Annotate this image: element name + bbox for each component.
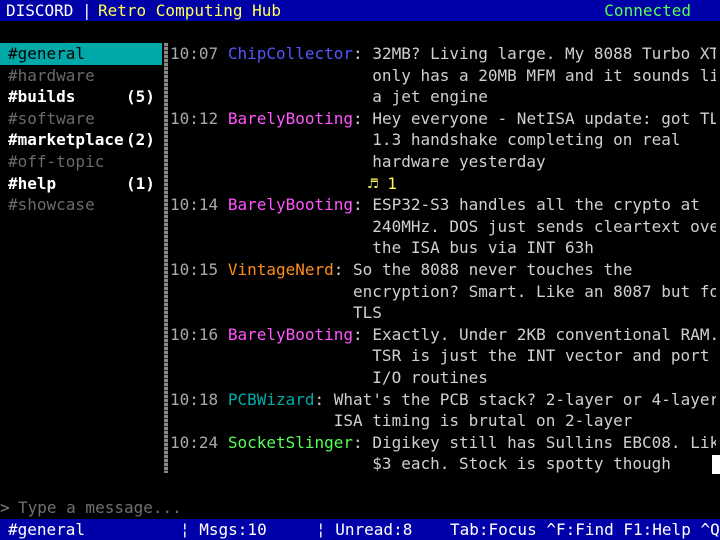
channel-item[interactable]: #marketplace (2) [0, 129, 162, 151]
message-line: TSR is just the INT vector and port [170, 345, 716, 367]
message[interactable]: 10:14 BarelyBooting: ESP32-S3 handles al… [170, 194, 716, 259]
message-line: only has a 20MB MFM and it sounds like [170, 65, 716, 87]
message-text: What's the PCB stack? 2-layer or 4-layer… [333, 389, 716, 409]
channel-name: #help [8, 173, 57, 193]
channel-item[interactable]: #showcase [0, 194, 162, 216]
message-text: 32MB? Living large. My 8088 Turbo XT [372, 44, 716, 63]
message-text: hardware yesterday [372, 151, 546, 171]
message-timestamp: 10:07 [170, 44, 219, 63]
message-text: So the 8088 never touches the [353, 259, 633, 279]
message-author[interactable]: BarelyBooting [228, 109, 353, 128]
channel-name: #off-topic [8, 151, 105, 171]
channel-list: #general #hardware #builds (5) #software #mar… [0, 43, 162, 473]
message-line: 1.3 handshake completing on real [170, 129, 716, 151]
message-text: the ISA bus via INT 63h [372, 238, 594, 258]
message-author[interactable]: SocketSlinger [228, 433, 353, 452]
sidebar-divider [164, 43, 168, 473]
message-text: ISA timing is brutal on 2-layer [333, 411, 633, 431]
status-channel: #general [8, 520, 86, 539]
message[interactable]: 10:12 BarelyBooting: Hey everyone - NetI… [170, 108, 716, 194]
app-brand: DISCORD [6, 1, 74, 20]
message-text: a jet engine [372, 87, 488, 107]
title-separator: | [82, 1, 92, 20]
message-reaction[interactable]: ♬ 1 [170, 173, 716, 195]
message-author[interactable]: BarelyBooting [228, 195, 353, 214]
title-bar: DISCORD | Retro Computing Hub Connected [0, 0, 720, 21]
message-input-row[interactable]: > Type a message... [0, 497, 720, 518]
channel-name: #builds [8, 87, 76, 107]
message[interactable]: 10:24 SocketSlinger: Digikey still has S… [170, 432, 716, 473]
message-line: a jet engine [170, 86, 716, 108]
channel-name: #hardware [8, 65, 95, 85]
message-text: only has a 20MB MFM and it sounds like [372, 65, 716, 85]
message-line: 10:16 BarelyBooting: Exactly. Under 2KB … [170, 324, 716, 346]
channel-item[interactable]: #builds (5) [0, 86, 162, 108]
message[interactable]: 10:07 ChipCollector: 32MB? Living large.… [170, 43, 716, 108]
message-author[interactable]: VintageNerd [228, 260, 334, 279]
status-unread: ¦ Unread:8 [316, 520, 413, 539]
channel-item[interactable]: #help (1) [0, 173, 162, 195]
channel-item[interactable]: #software [0, 108, 162, 130]
message-line: 10:07 ChipCollector: 32MB? Living large.… [170, 43, 716, 65]
message-author[interactable]: ChipCollector [228, 44, 353, 63]
message-author[interactable]: BarelyBooting [228, 325, 353, 344]
message-timestamp: 10:18 [170, 389, 219, 409]
message-text: 240MHz. DOS just sends cleartext over [372, 216, 716, 236]
channel-name: #general [8, 44, 86, 63]
channel-unread-count: (5) [126, 87, 155, 107]
message-line: 10:14 BarelyBooting: ESP32-S3 handles al… [170, 195, 700, 215]
message[interactable]: 10:15 VintageNerd: So the 8088 never tou… [170, 259, 716, 324]
message-timestamp: 10:16 [170, 324, 219, 344]
channel-item[interactable]: #general [0, 43, 162, 65]
input-prompt: > [0, 498, 10, 517]
message-text: TSR is just the INT vector and port [372, 346, 710, 366]
message-text: Exactly. Under 2KB conventional RAM. [372, 324, 716, 344]
message-line: 10:18 PCBWizard: What's the PCB stack? 2… [170, 389, 716, 411]
message-text: $3 each. Stock is spotty though [372, 454, 671, 473]
message-text: TLS [353, 303, 382, 323]
message-timestamp: 10:15 [170, 259, 219, 279]
status-keys: Tab:Focus ^F:Find F1:Help ^Q:Q [450, 520, 720, 539]
channel-item[interactable]: #off-topic [0, 151, 162, 173]
message-text: encryption? Smart. Like an 8087 but for [353, 281, 716, 301]
message-author[interactable]: PCBWizard [228, 390, 315, 409]
message-text: Hey everyone - NetISA update: got TLS [372, 108, 716, 128]
message-line: hardware yesterday [170, 151, 716, 173]
message-text: 1.3 handshake completing on real [372, 130, 681, 150]
message[interactable]: 10:18 PCBWizard: What's the PCB stack? 2… [170, 389, 716, 432]
message-text: I/O routines [372, 367, 488, 387]
message-line: 240MHz. DOS just sends cleartext over [170, 216, 716, 238]
message-line: the ISA bus via INT 63h [170, 237, 716, 259]
channel-unread-count: (1) [126, 173, 155, 193]
message-line: I/O routines [170, 367, 716, 389]
message[interactable]: 10:16 BarelyBooting: Exactly. Under 2KB … [170, 324, 716, 389]
message-text: Digikey still has Sullins EBC08. Like [372, 432, 716, 452]
message-timestamp: 10:24 [170, 432, 219, 452]
message-line: 10:24 SocketSlinger: Digikey still has S… [170, 432, 716, 454]
connection-status: Connected [604, 1, 691, 20]
channel-item[interactable]: #hardware [0, 65, 162, 87]
message-timestamp: 10:12 [170, 108, 219, 128]
message-line: 10:12 BarelyBooting: Hey everyone - NetI… [170, 108, 716, 130]
message-line: 10:15 VintageNerd: So the 8088 never tou… [170, 259, 633, 279]
channel-name: #software [8, 108, 95, 128]
message-timestamp: 10:14 [170, 195, 219, 215]
channel-name: #showcase [8, 195, 95, 215]
message-pane: 10:07 ChipCollector: 32MB? Living large.… [170, 43, 716, 473]
message-line: TLS [170, 302, 716, 324]
message-input[interactable]: Type a message... [18, 497, 182, 519]
server-name[interactable]: Retro Computing Hub [98, 0, 281, 21]
message-text: ESP32-S3 handles all the crypto at [372, 195, 700, 215]
message-line: $3 each. Stock is spotty though [170, 453, 716, 473]
channel-unread-count: (2) [126, 130, 155, 150]
scrollbar-thumb[interactable] [712, 455, 720, 474]
channel-name: #marketplace [8, 130, 124, 150]
message-line: ISA timing is brutal on 2-layer [170, 410, 716, 432]
message-line: encryption? Smart. Like an 8087 but for [170, 281, 716, 303]
status-msgs: ¦ Msgs:10 [180, 520, 267, 539]
status-bar: #general ¦ Msgs:10 ¦ Unread:8 Tab:Focus … [0, 519, 720, 540]
